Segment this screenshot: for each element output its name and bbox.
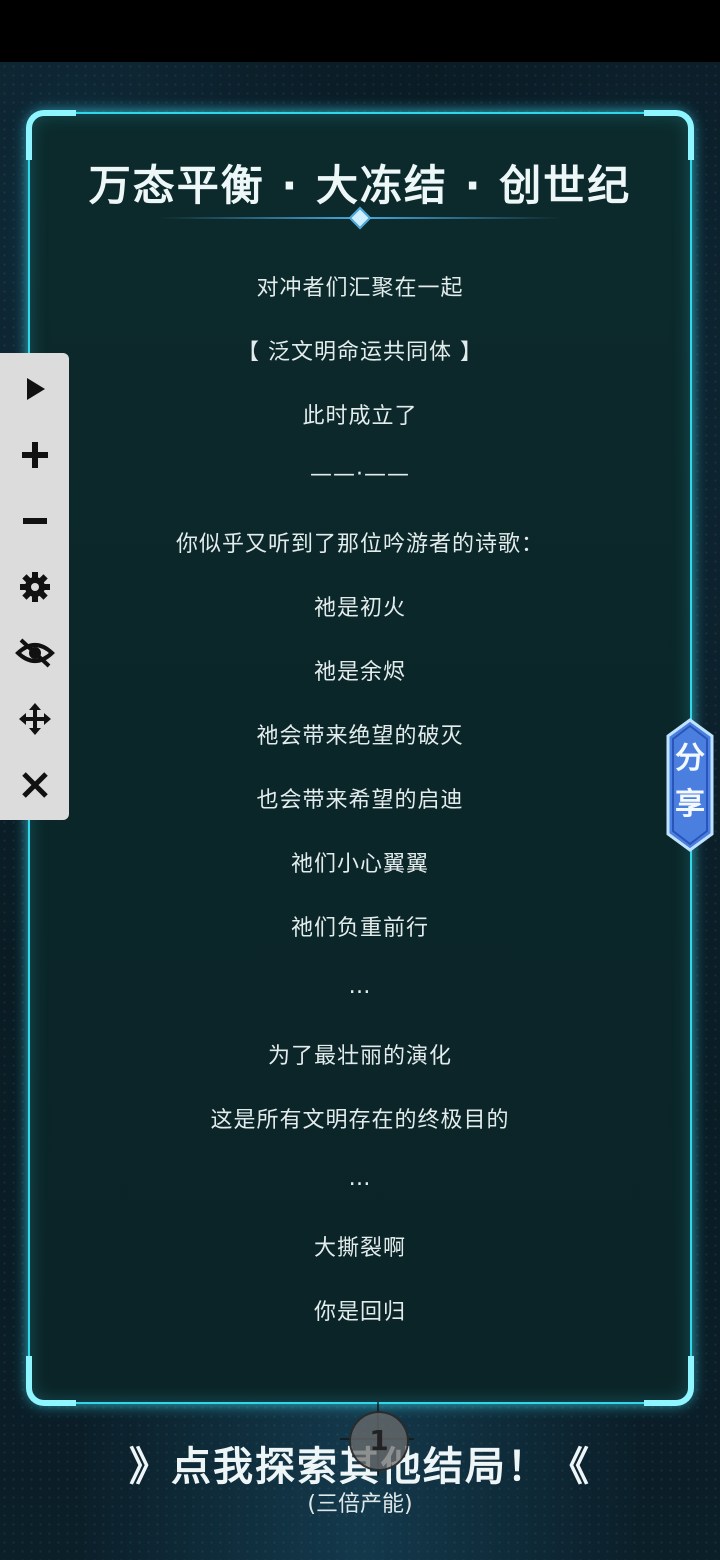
panel-corner-decoration bbox=[26, 1356, 76, 1406]
gear-icon bbox=[19, 572, 50, 602]
panel-corner-decoration bbox=[644, 1356, 694, 1406]
story-line: 你似乎又听到了那位吟游者的诗歌： bbox=[175, 532, 544, 557]
story-line: 祂会带来绝望的破灭 bbox=[256, 724, 464, 749]
story-line: 【 泛文明命运共同体 】 bbox=[237, 340, 483, 365]
share-button[interactable]: 分 享 bbox=[666, 718, 714, 852]
play-button[interactable] bbox=[0, 359, 69, 419]
story-line: … bbox=[348, 974, 372, 999]
move-button[interactable] bbox=[0, 689, 69, 749]
story-line: 此时成立了 bbox=[302, 404, 418, 429]
story-line: 也会带来希望的启迪 bbox=[256, 788, 464, 813]
story-line: 对冲者们汇聚在一起 bbox=[256, 276, 464, 301]
play-icon bbox=[26, 378, 45, 400]
share-label-char: 分 bbox=[675, 741, 705, 776]
plus-icon bbox=[21, 442, 48, 468]
share-label: 分 享 bbox=[666, 736, 714, 828]
panel-title: 万态平衡 · 大冻结 · 创世纪 bbox=[88, 161, 632, 210]
close-icon bbox=[21, 772, 48, 798]
explore-endings-subtitle: (三倍产能) bbox=[307, 1492, 413, 1517]
story-panel: 万态平衡 · 大冻结 · 创世纪 对冲者们汇聚在一起 【 泛文明命运共同体 】 … bbox=[26, 110, 694, 1406]
zoom-out-button[interactable] bbox=[0, 491, 69, 551]
zoom-in-button[interactable] bbox=[0, 425, 69, 485]
story-line: 这是所有文明存在的终极目的 bbox=[210, 1108, 510, 1133]
share-label-char: 享 bbox=[675, 787, 705, 822]
story-line: 祂是余烬 bbox=[313, 660, 406, 685]
story-line: 祂们小心翼翼 bbox=[290, 852, 429, 877]
touch-indicator-badge: 1 bbox=[349, 1411, 409, 1471]
story-line: 祂们负重前行 bbox=[290, 916, 429, 941]
eye-off-icon bbox=[14, 638, 55, 668]
story-line: … bbox=[348, 1166, 372, 1191]
story-line: 你是回归 bbox=[313, 1300, 406, 1325]
hide-button[interactable] bbox=[0, 623, 69, 683]
close-button[interactable] bbox=[0, 755, 69, 815]
floating-toolbar bbox=[0, 353, 69, 820]
minus-icon bbox=[22, 518, 47, 524]
move-icon bbox=[18, 703, 51, 735]
story-line: 为了最壮丽的演化 bbox=[267, 1044, 452, 1069]
story-line: ——·—— bbox=[310, 462, 410, 487]
story-line: 祂是初火 bbox=[313, 596, 406, 621]
settings-button[interactable] bbox=[0, 557, 69, 617]
status-bar bbox=[0, 0, 720, 62]
story-line: 大撕裂啊 bbox=[313, 1236, 406, 1261]
